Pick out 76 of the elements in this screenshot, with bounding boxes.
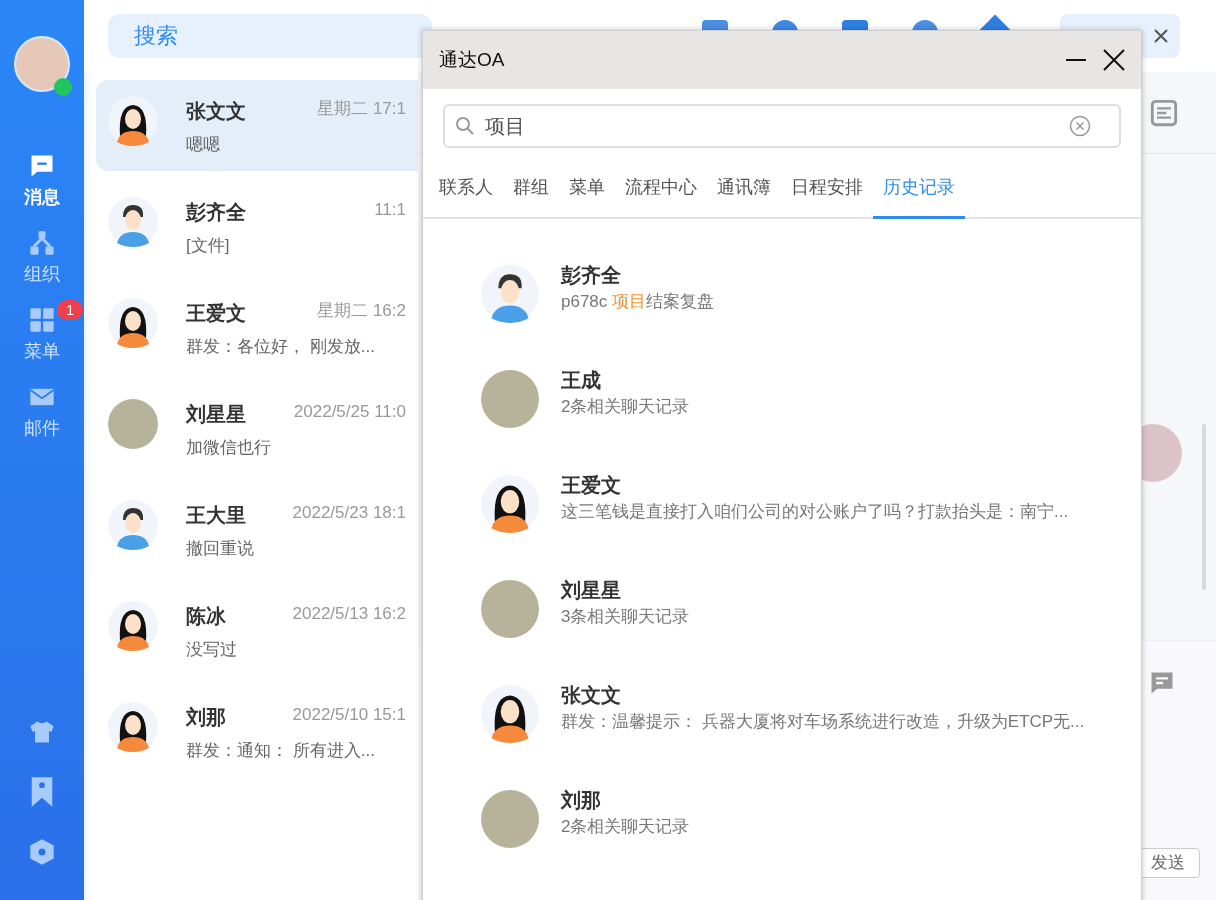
message-time: 11:1 bbox=[374, 199, 406, 221]
settings-icon[interactable] bbox=[28, 838, 56, 866]
person-avatar-icon bbox=[108, 298, 158, 348]
message-preview: 嗯嗯 bbox=[186, 134, 221, 156]
message-preview: 群发：通知： 所有进入... bbox=[186, 740, 376, 762]
message-preview: [文件] bbox=[186, 235, 231, 257]
person-avatar-icon bbox=[481, 475, 539, 533]
message-time: 星期二 17:1 bbox=[317, 98, 406, 120]
result-snippet: p678c 项目结案复盘 bbox=[561, 291, 715, 313]
dialog-tab[interactable]: 日程安排 bbox=[781, 172, 873, 219]
result-snippet: 2条相关聊天记录 bbox=[561, 396, 690, 418]
dialog-tab[interactable]: 流程中心 bbox=[615, 172, 707, 219]
message-time: 2022/5/13 16:2 bbox=[292, 603, 406, 625]
contact-name: 刘那 bbox=[561, 788, 602, 813]
close-icon[interactable] bbox=[1103, 49, 1125, 71]
chat-list-item[interactable]: 刘星星 2022/5/25 11:0 加微信也行 bbox=[96, 383, 418, 474]
notification-badge: 1 bbox=[57, 300, 83, 320]
search-icon bbox=[455, 116, 475, 136]
photo-placeholder bbox=[108, 399, 158, 449]
dialog-title: 通达OA bbox=[439, 47, 505, 72]
document-icon[interactable] bbox=[1150, 98, 1178, 127]
search-result-item[interactable]: 刘星星 3条相关聊天记录 bbox=[481, 580, 1141, 685]
chat-list-item[interactable]: 王大里 2022/5/23 18:1 撤回重说 bbox=[96, 484, 418, 575]
contact-name: 张文文 bbox=[186, 99, 246, 124]
dialog-tab[interactable]: 联系人 bbox=[429, 172, 503, 219]
search-field[interactable]: 搜索 bbox=[108, 14, 432, 58]
chat-list-item[interactable]: 刘那 2022/5/10 15:1 群发：通知： 所有进入... bbox=[96, 686, 418, 777]
grid-icon bbox=[28, 306, 56, 334]
chat-list-item[interactable]: 王爱文 星期二 16:2 群发：各位好， 刚发放... bbox=[96, 282, 418, 373]
search-result-item[interactable]: 张文文 群发：温馨提示： 兵器大厦将对车场系统进行改造，升级为ETCP无... bbox=[481, 685, 1141, 790]
dialog-tab[interactable]: 通讯簿 bbox=[707, 172, 781, 219]
contact-name: 张文文 bbox=[561, 683, 622, 708]
search-result-item[interactable]: 彭齐全 p678c 项目结案复盘 bbox=[481, 265, 1141, 370]
message-preview: 没写过 bbox=[186, 639, 238, 661]
message-preview: 加微信也行 bbox=[186, 437, 272, 459]
contact-name: 王爱文 bbox=[561, 473, 622, 498]
message-preview: 群发：各位好， 刚发放... bbox=[186, 336, 376, 358]
contact-name: 王成 bbox=[561, 368, 602, 393]
search-field[interactable]: 项目 bbox=[443, 104, 1121, 148]
contact-name: 王大里 bbox=[186, 503, 246, 528]
message-preview: 撤回重说 bbox=[186, 538, 255, 560]
message-time: 2022/5/25 11:0 bbox=[293, 401, 406, 423]
message-time: 2022/5/10 15:1 bbox=[292, 704, 406, 726]
person-avatar-icon bbox=[481, 685, 539, 743]
contact-name: 彭齐全 bbox=[561, 263, 622, 288]
message-time: 星期二 16:2 bbox=[317, 300, 406, 322]
contact-name: 陈冰 bbox=[186, 604, 226, 629]
person-avatar-icon bbox=[108, 500, 158, 550]
contact-name: 王爱文 bbox=[186, 301, 246, 326]
person-avatar-icon bbox=[108, 601, 158, 651]
dialog-tab[interactable]: 菜单 bbox=[559, 172, 615, 219]
dialog-tab[interactable]: 群组 bbox=[503, 172, 559, 219]
person-avatar-icon bbox=[481, 265, 539, 323]
nav-item[interactable]: 消息 bbox=[7, 152, 77, 211]
result-snippet: 这三笔钱是直接打入咱们公司的对公账户了吗？打款抬头是：南宁... bbox=[561, 501, 1069, 523]
hierarchy-icon bbox=[28, 229, 56, 257]
close-icon[interactable] bbox=[1154, 29, 1168, 43]
result-snippet: 3条相关聊天记录 bbox=[561, 606, 690, 628]
contact-name: 刘那 bbox=[186, 705, 226, 730]
chat-list-item[interactable]: 陈冰 2022/5/13 16:2 没写过 bbox=[96, 585, 418, 676]
person-avatar-icon bbox=[108, 702, 158, 752]
contact-name: 刘星星 bbox=[186, 402, 246, 427]
dialog-tab[interactable]: 历史记录 bbox=[873, 172, 965, 219]
search-result-item[interactable]: 王爱文 这三笔钱是直接打入咱们公司的对公账户了吗？打款抬头是：南宁... bbox=[481, 475, 1141, 580]
person-avatar-icon bbox=[108, 96, 158, 146]
chat-list-item[interactable]: 张文文 星期二 17:1 嗯嗯 bbox=[96, 80, 418, 171]
search-result-item[interactable]: 王成 2条相关聊天记录 bbox=[481, 370, 1141, 475]
contact-name: 彭齐全 bbox=[186, 200, 246, 225]
person-avatar-icon bbox=[108, 197, 158, 247]
result-snippet: 群发：温馨提示： 兵器大厦将对车场系统进行改造，升级为ETCP无... bbox=[561, 711, 1085, 733]
photo-placeholder bbox=[14, 36, 70, 92]
result-snippet: 2条相关聊天记录 bbox=[561, 816, 690, 838]
message-time: 2022/5/23 18:1 bbox=[292, 502, 406, 524]
clear-icon[interactable] bbox=[1069, 115, 1091, 137]
contact-name: 刘星星 bbox=[561, 578, 622, 603]
chat-list-item[interactable]: 彭齐全 11:1 [文件] bbox=[96, 181, 418, 272]
